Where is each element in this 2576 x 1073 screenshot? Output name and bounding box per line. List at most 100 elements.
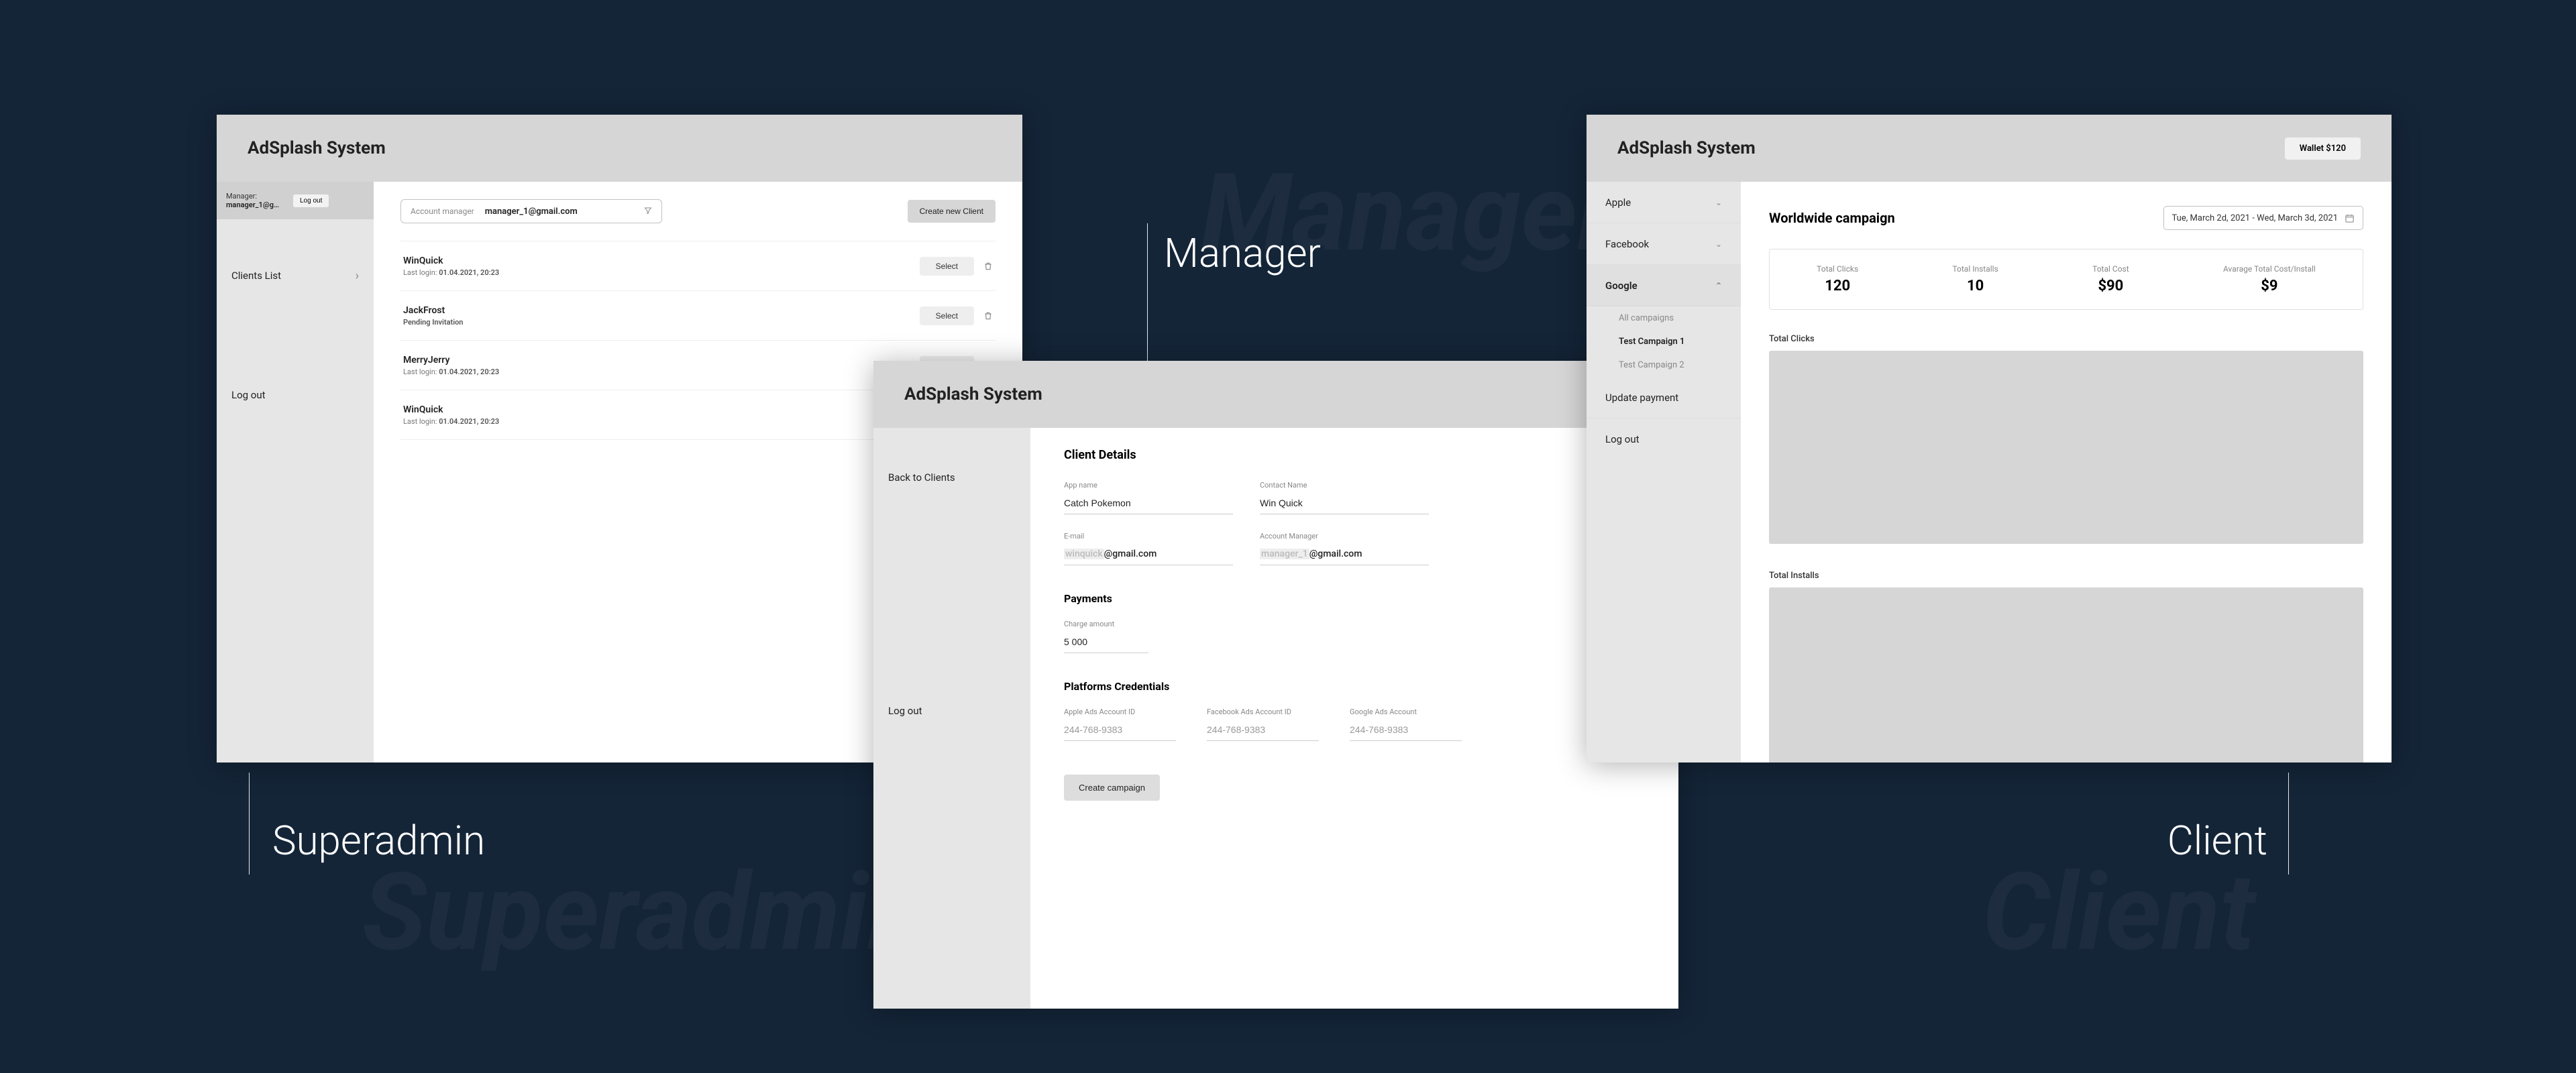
accordion-google[interactable]: Google ⌃ <box>1587 265 1741 306</box>
chart-total-installs <box>1769 587 2363 763</box>
sidebar-item-clients-list[interactable]: Clients List <box>217 253 374 298</box>
field-app-name: App name <box>1064 481 1233 514</box>
userbox: Manager: manager_1@g… Log out <box>217 182 374 219</box>
sidebar-label: Log out <box>231 389 266 401</box>
stat-label: Total Cost <box>2092 264 2129 274</box>
accordion-facebook[interactable]: Facebook ⌄ <box>1587 223 1741 265</box>
field-google-ads: Google Ads Account <box>1350 708 1462 741</box>
content: Client Details Edit Deta App name Contac… <box>1030 428 1678 1009</box>
panel-manager: AdSplash System Back to Clients Log out … <box>873 361 1678 1009</box>
header: AdSplash System <box>217 115 1022 182</box>
client-name: WinQuick <box>403 256 499 266</box>
chevron-down-icon: ⌄ <box>1715 198 1722 207</box>
field-facebook-ads: Facebook Ads Account ID <box>1207 708 1319 741</box>
select-client-button[interactable]: Select <box>920 257 974 276</box>
input-facebook-ads[interactable] <box>1207 722 1319 741</box>
campaign-sub-item[interactable]: Test Campaign 1 <box>1587 330 1741 353</box>
sidebar: Apple ⌄ Facebook ⌄ Google ⌃ All campaign… <box>1587 182 1741 763</box>
sidebar-item-update-payment[interactable]: Update payment <box>1587 377 1741 418</box>
client-name: WinQuick <box>403 404 499 415</box>
field-apple-ads: Apple Ads Account ID <box>1064 708 1176 741</box>
filter-label: Account manager <box>411 207 474 216</box>
select-client-button[interactable]: Select <box>920 306 974 325</box>
bg-word-client: Client <box>1982 850 2255 976</box>
date-range-value: Tue, March 2d, 2021 - Wed, March 3d, 202… <box>2172 213 2338 223</box>
guideline-superadmin <box>249 773 250 874</box>
section-title: Client Details <box>1064 448 1136 462</box>
client-name: MerryJerry <box>403 355 499 365</box>
role-label-manager: Manager <box>1164 229 1321 277</box>
userbox-label: Manager: <box>226 192 286 201</box>
chart-label-installs: Total Installs <box>1769 571 2363 581</box>
stat-value: $90 <box>2092 278 2129 294</box>
panel-client: AdSplash System Wallet $120 Apple ⌄ Face… <box>1587 115 2392 763</box>
account-manager-filter[interactable]: Account manager manager_1@gmail.com <box>400 199 662 223</box>
input-contact-name[interactable] <box>1260 495 1429 514</box>
chart-total-clicks <box>1769 351 2363 544</box>
client-subtext: Pending Invitation <box>403 318 463 327</box>
field-contact-name: Contact Name <box>1260 481 1429 514</box>
input-charge-amount[interactable] <box>1064 634 1148 653</box>
input-app-name[interactable] <box>1064 495 1233 514</box>
client-subtext: Last login: 01.04.2021, 20:23 <box>403 268 499 277</box>
create-client-button[interactable]: Create new Client <box>908 200 996 223</box>
role-label-client: Client <box>2167 817 2267 864</box>
sidebar-label: Log out <box>888 705 922 717</box>
sidebar-item-logout[interactable]: Log out <box>1587 418 1741 460</box>
filter-value: manager_1@gmail.com <box>485 207 633 217</box>
field-charge-amount: Charge amount <box>1064 620 1148 653</box>
mini-logout-button[interactable]: Log out <box>293 194 329 207</box>
input-account-manager[interactable]: manager_1@gmail.com <box>1260 546 1429 565</box>
date-range-picker[interactable]: Tue, March 2d, 2021 - Wed, March 3d, 202… <box>2163 206 2363 230</box>
bg-word-superadmin: Superadmin <box>362 850 926 976</box>
stat-label: Total Installs <box>1952 264 1998 274</box>
campaign-sub-item[interactable]: All campaigns <box>1587 306 1741 330</box>
stat-item: Avarage Total Cost/Install $9 <box>2223 264 2316 294</box>
sidebar-item-back[interactable]: Back to Clients <box>873 455 1030 500</box>
sidebar-item-logout[interactable]: Log out <box>873 688 1030 734</box>
stat-item: Total Installs 10 <box>1952 264 1998 294</box>
input-email[interactable]: winquick@gmail.com <box>1064 546 1233 565</box>
calendar-icon <box>2345 213 2355 223</box>
input-apple-ads[interactable] <box>1064 722 1176 741</box>
app-title: AdSplash System <box>904 384 1042 404</box>
stat-value: 120 <box>1817 278 1858 294</box>
header: AdSplash System <box>873 361 1678 428</box>
campaign-sub-item[interactable]: Test Campaign 2 <box>1587 353 1741 377</box>
stat-label: Avarage Total Cost/Install <box>2223 264 2316 274</box>
stat-item: Total Clicks 120 <box>1817 264 1858 294</box>
input-google-ads[interactable] <box>1350 722 1462 741</box>
field-email: E-mail winquick@gmail.com <box>1064 532 1233 565</box>
chevron-down-icon: ⌄ <box>1715 239 1722 249</box>
stat-value: 10 <box>1952 278 1998 294</box>
stat-item: Total Cost $90 <box>2092 264 2129 294</box>
client-subtext: Last login: 01.04.2021, 20:23 <box>403 417 499 426</box>
stat-value: $9 <box>2223 278 2316 294</box>
chart-label-clicks: Total Clicks <box>1769 334 2363 344</box>
app-title: AdSplash System <box>248 138 386 158</box>
wallet-badge[interactable]: Wallet $120 <box>2285 137 2361 160</box>
client-row: JackFrost Pending Invitation Select <box>400 291 996 341</box>
platforms-title: Platforms Credentials <box>1064 680 1645 693</box>
create-campaign-button[interactable]: Create campaign <box>1064 775 1160 801</box>
payments-title: Payments <box>1064 592 1645 605</box>
trash-icon[interactable] <box>983 310 993 321</box>
campaign-title: Worldwide campaign <box>1769 210 1895 226</box>
role-label-superadmin: Superadmin <box>272 817 485 864</box>
field-account-manager: Account Manager manager_1@gmail.com <box>1260 532 1429 565</box>
stat-label: Total Clicks <box>1817 264 1858 274</box>
stats-card: Total Clicks 120 Total Installs 10 Total C… <box>1769 249 2363 310</box>
userbox-email: manager_1@g… <box>226 201 286 209</box>
accordion-apple[interactable]: Apple ⌄ <box>1587 182 1741 223</box>
app-title: AdSplash System <box>1617 138 1756 158</box>
sidebar-item-logout[interactable]: Log out <box>217 372 374 418</box>
chevron-up-icon: ⌃ <box>1715 281 1722 290</box>
trash-icon[interactable] <box>983 261 993 272</box>
guideline-client <box>2288 773 2289 874</box>
funnel-icon <box>644 207 652 217</box>
sidebar: Manager: manager_1@g… Log out Clients Li… <box>217 182 374 763</box>
sidebar: Back to Clients Log out <box>873 428 1030 1009</box>
sidebar-label: Clients List <box>231 270 281 282</box>
sidebar-label: Back to Clients <box>888 471 955 484</box>
client-row: WinQuick Last login: 01.04.2021, 20:23 S… <box>400 241 996 291</box>
